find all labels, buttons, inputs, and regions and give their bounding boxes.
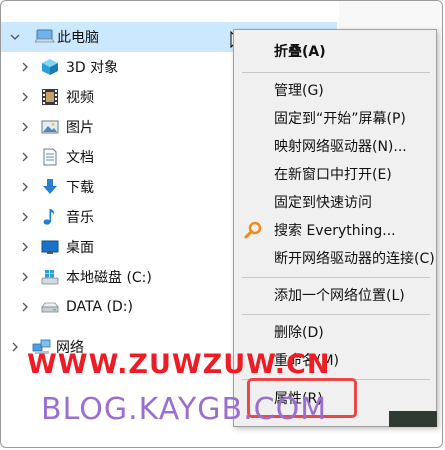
menu-item-manage[interactable]: 管理(G) <box>234 77 438 103</box>
menu-item-pin-quick-access[interactable]: 固定到快速访问 <box>234 189 438 215</box>
menu-separator <box>242 314 430 315</box>
menu-item-label: 断开网络驱动器的连接(C) <box>274 251 435 267</box>
window-frame: 此电脑 3D 对象 视频 图片 文档 下载 音乐 桌面 本地磁盘 (C:) DA… <box>0 0 443 448</box>
video-icon <box>41 88 59 106</box>
tree-item-label: 文档 <box>66 150 94 166</box>
chevron-right-icon[interactable] <box>20 181 30 193</box>
tree-item-label: 本地磁盘 (C:) <box>66 270 152 286</box>
menu-item-add-network-location[interactable]: 添加一个网络位置(L) <box>234 282 438 308</box>
background-image-fragment <box>389 411 437 427</box>
search-everything-icon <box>244 221 262 243</box>
tree-item-label: 图片 <box>66 120 94 136</box>
download-icon <box>41 178 59 196</box>
tree-item-downloads[interactable]: 下载 <box>1 172 231 202</box>
menu-separator <box>242 72 430 73</box>
menu-item-label: 添加一个网络位置(L) <box>274 288 405 304</box>
chevron-right-icon[interactable] <box>20 301 30 313</box>
menu-item-label: 固定到快速访问 <box>274 195 372 211</box>
menu-item-label: 管理(G) <box>274 83 324 99</box>
tree-item-3d-objects[interactable]: 3D 对象 <box>1 52 231 82</box>
menu-item-search-everything[interactable]: 搜索 Everything... <box>234 217 438 243</box>
tree-item-pictures[interactable]: 图片 <box>1 112 231 142</box>
chevron-right-icon[interactable] <box>20 211 30 223</box>
tree-item-documents[interactable]: 文档 <box>1 142 231 172</box>
menu-item-label: 搜索 Everything... <box>274 223 396 239</box>
tree-item-drive-c[interactable]: 本地磁盘 (C:) <box>1 262 231 292</box>
tree-item-desktop[interactable]: 桌面 <box>1 232 231 262</box>
tree-item-label: DATA (D:) <box>66 299 133 315</box>
menu-item-label: 固定到“开始”屏幕(P) <box>274 111 406 127</box>
menu-item-label: 映射网络驱动器(N)... <box>274 139 407 155</box>
windows-drive-icon <box>41 268 59 286</box>
menu-item-label: 删除(D) <box>274 325 324 341</box>
tree-item-music[interactable]: 音乐 <box>1 202 231 232</box>
tree-item-label: 音乐 <box>66 210 94 226</box>
tree-item-drive-d[interactable]: DATA (D:) <box>1 292 231 322</box>
menu-item-disconnect-network-drive[interactable]: 断开网络驱动器的连接(C) <box>234 245 438 271</box>
tree-item-label: 桌面 <box>66 240 94 256</box>
menu-item-label: 在新窗口中打开(E) <box>274 167 392 183</box>
chevron-right-icon[interactable] <box>20 121 30 133</box>
menu-separator <box>242 277 430 278</box>
desktop-icon <box>41 238 59 256</box>
menu-item-map-network-drive[interactable]: 映射网络驱动器(N)... <box>234 133 438 159</box>
tree-item-videos[interactable]: 视频 <box>1 82 231 112</box>
chevron-right-icon[interactable] <box>20 91 30 103</box>
menu-item-open-new-window[interactable]: 在新窗口中打开(E) <box>234 161 438 187</box>
chevron-right-icon[interactable] <box>20 151 30 163</box>
tree-item-label: 下载 <box>66 180 94 196</box>
drive-icon <box>41 298 59 316</box>
tree-item-label: 视频 <box>66 90 94 106</box>
chevron-down-icon[interactable] <box>10 31 20 43</box>
chevron-right-icon[interactable] <box>20 271 30 283</box>
menu-item-delete[interactable]: 删除(D) <box>234 319 438 345</box>
pictures-icon <box>41 118 59 136</box>
chevron-right-icon[interactable] <box>20 61 30 73</box>
chevron-right-icon[interactable] <box>10 341 20 353</box>
computer-icon <box>34 28 55 46</box>
3d-objects-icon <box>41 58 59 76</box>
watermark-url-secondary: BLOG.KAYGB.COM <box>41 392 328 427</box>
menu-item-collapse[interactable]: 折叠(A) <box>234 38 438 64</box>
music-icon <box>41 208 59 226</box>
menu-item-pin-to-start[interactable]: 固定到“开始”屏幕(P) <box>234 105 438 131</box>
tree-item-label: 此电脑 <box>57 30 99 46</box>
watermark-url-primary: WWW.ZUWZUW.CN <box>27 349 331 380</box>
tree-item-label: 3D 对象 <box>66 60 119 76</box>
documents-icon <box>41 148 59 166</box>
chevron-right-icon[interactable] <box>20 241 30 253</box>
menu-item-label: 折叠(A) <box>274 44 326 60</box>
